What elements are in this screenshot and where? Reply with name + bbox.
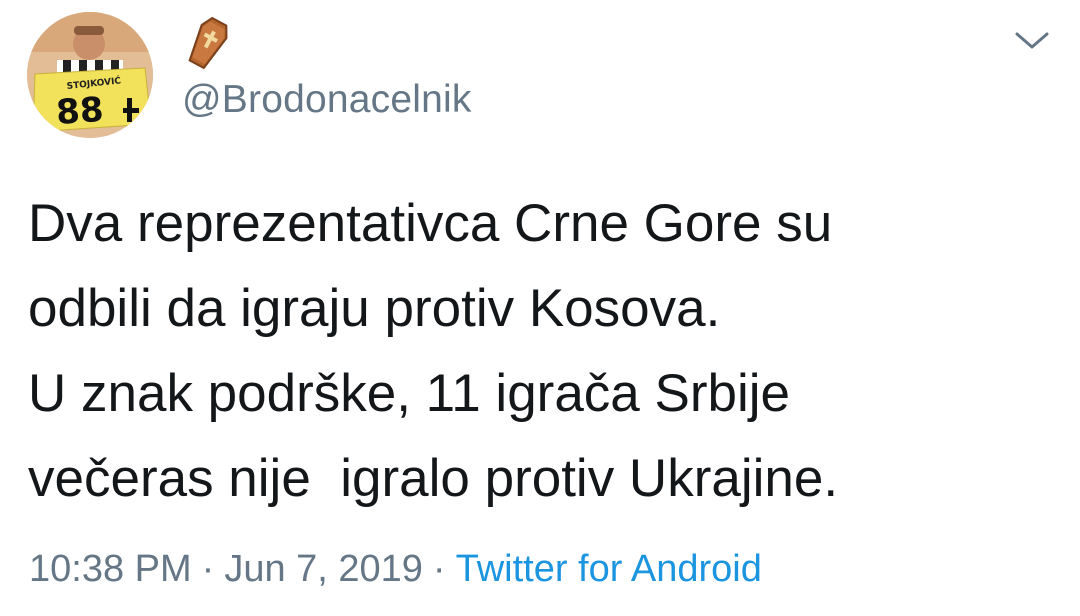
avatar-image: STOJKOVIĆ 88 [27, 12, 153, 138]
separator: · [201, 548, 215, 590]
tweet-text-line: Dva reprezentativca Crne Gore su [28, 194, 833, 253]
tweet-text-line: večeras nije igralo protiv Ukrajine. [28, 449, 839, 508]
tweet-metadata: 10:38 PM · Jun 7, 2019 · Twitter for Android [29, 548, 762, 591]
avatar[interactable]: STOJKOVIĆ 88 [27, 12, 153, 138]
tweet-text-line: odbili da igraju protiv Kosova. [28, 279, 721, 338]
tweet-text-line: U znak podrške, 11 igrača Srbije [28, 364, 791, 423]
avatar-jersey-number: 88 [55, 90, 105, 133]
user-handle[interactable]: @Brodonacelnik [182, 78, 472, 122]
chevron-down-icon [1015, 32, 1049, 49]
separator: · [432, 548, 446, 590]
tweet-card: STOJKOVIĆ 88 @Brodonacelnik Dva reprezen… [0, 0, 1080, 616]
tweet-source-link[interactable]: Twitter for Android [456, 548, 762, 590]
tweet-date[interactable]: Jun 7, 2019 [224, 548, 423, 590]
tweet-text: Dva reprezentativca Crne Gore su odbili … [28, 181, 1058, 521]
display-name[interactable] [183, 16, 233, 70]
tweet-time[interactable]: 10:38 PM [29, 548, 192, 590]
tweet-menu-button[interactable] [1014, 26, 1050, 54]
coffin-icon [188, 16, 228, 70]
